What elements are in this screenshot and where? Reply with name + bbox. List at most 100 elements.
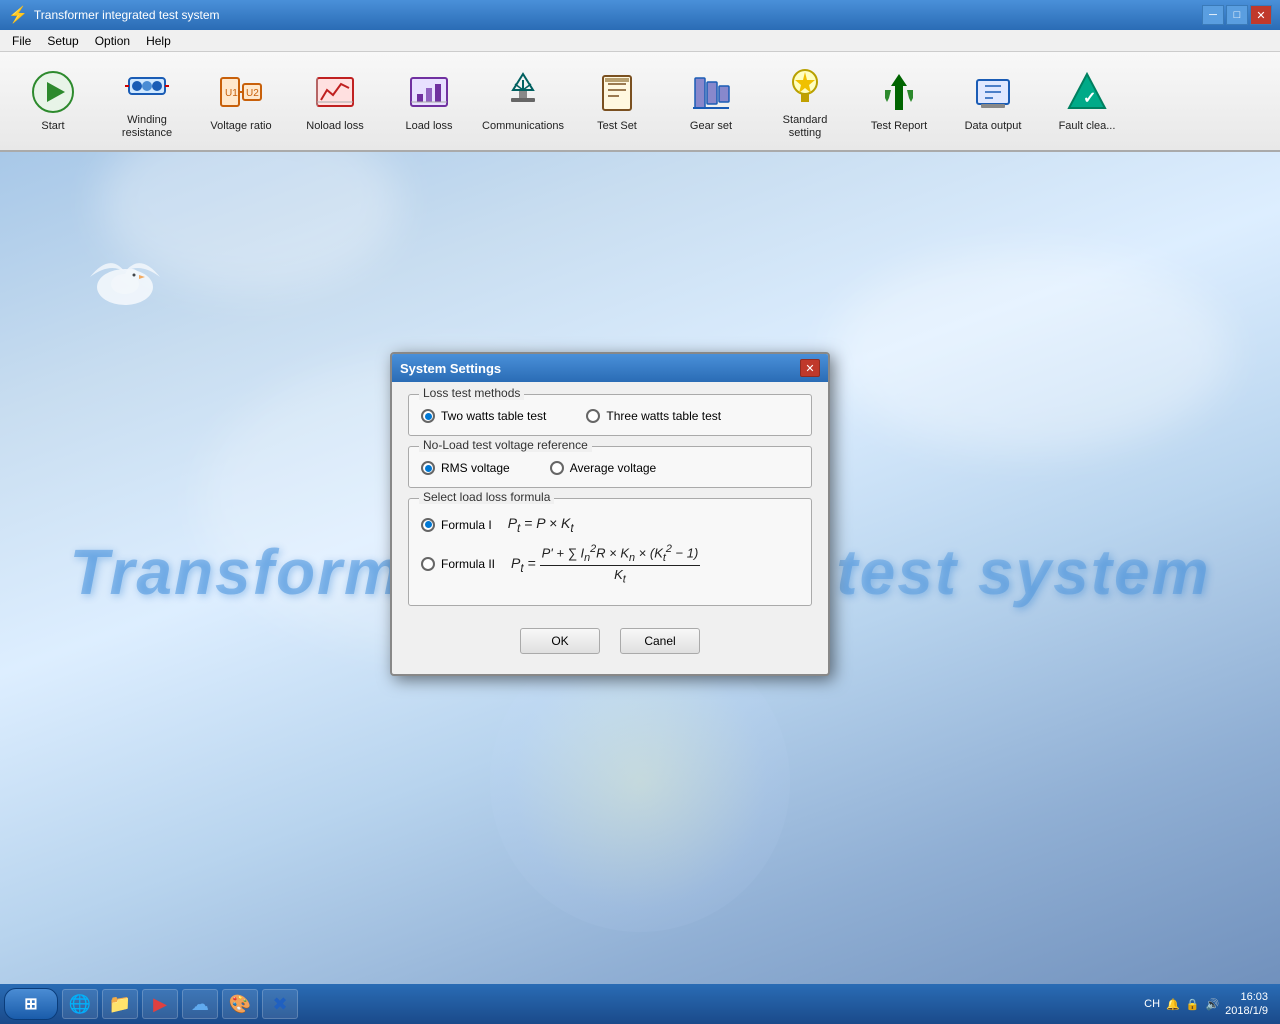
- rms-voltage-indicator: [421, 461, 435, 475]
- menu-file[interactable]: File: [4, 32, 39, 50]
- close-button[interactable]: ✕: [1250, 5, 1272, 25]
- cancel-button[interactable]: Canel: [620, 628, 700, 654]
- data-output-icon: [969, 68, 1017, 116]
- tray-lang: CH: [1144, 998, 1160, 1010]
- winding-resistance-label: Winding resistance: [107, 114, 187, 140]
- rms-voltage-label: RMS voltage: [441, 461, 510, 475]
- test-set-label: Test Set: [597, 120, 637, 133]
- toolbar-standard-setting-button[interactable]: Standard setting: [760, 57, 850, 145]
- noload-loss-label: Noload loss: [306, 120, 363, 133]
- load-loss-formula-label: Select load loss formula: [419, 490, 554, 504]
- minimize-button[interactable]: ─: [1202, 5, 1224, 25]
- noload-loss-icon: [311, 68, 359, 116]
- toolbar: Start Winding resistance U1 U2: [0, 52, 1280, 152]
- noload-voltage-group: No-Load test voltage reference RMS volta…: [408, 446, 812, 488]
- toolbar-gear-set-button[interactable]: Gear set: [666, 57, 756, 145]
- dialog-close-button[interactable]: ✕: [800, 359, 820, 377]
- noload-voltage-radio-row: RMS voltage Average voltage: [421, 455, 799, 475]
- formula-2-indicator: [421, 557, 435, 571]
- formula-2-label: Formula II: [441, 557, 495, 571]
- formula-1-display: Pt = P × Kt: [508, 515, 574, 535]
- menu-bar: File Setup Option Help: [0, 30, 1280, 52]
- menu-option[interactable]: Option: [87, 32, 138, 50]
- toolbar-load-loss-button[interactable]: Load loss: [384, 57, 474, 145]
- title-bar: ⚡ Transformer integrated test system ─ □…: [0, 0, 1280, 30]
- toolbar-noload-loss-button[interactable]: Noload loss: [290, 57, 380, 145]
- toolbar-test-report-button[interactable]: Test Report: [854, 57, 944, 145]
- loss-test-methods-group: Loss test methods Two watts table test T…: [408, 394, 812, 436]
- noload-voltage-label: No-Load test voltage reference: [419, 438, 592, 452]
- tray-volume[interactable]: 🔊: [1205, 998, 1219, 1011]
- communications-label: Communications: [482, 120, 564, 133]
- system-settings-dialog: System Settings ✕ Loss test methods Two …: [390, 352, 830, 676]
- loss-test-methods-label: Loss test methods: [419, 386, 524, 400]
- standard-setting-label: Standard setting: [765, 114, 845, 140]
- loss-test-methods-radio-row: Two watts table test Three watts table t…: [421, 403, 799, 423]
- maximize-button[interactable]: □: [1226, 5, 1248, 25]
- average-voltage-radio[interactable]: Average voltage: [550, 461, 657, 475]
- app-icon: ⚡: [8, 5, 28, 25]
- windows-logo: ⊞: [24, 994, 37, 1014]
- app-title: Transformer integrated test system: [34, 8, 220, 22]
- system-tray: CH 🔔 🔒 🔊 16:03 2018/1/9: [1144, 990, 1276, 1019]
- test-set-icon: [593, 68, 641, 116]
- load-loss-icon: [405, 68, 453, 116]
- dialog-content: Loss test methods Two watts table test T…: [392, 382, 828, 674]
- toolbar-start-button[interactable]: Start: [8, 57, 98, 145]
- formula-2-display: Pt = P' + ∑ In2R × Kn × (Kt2 − 1) Kt: [511, 543, 700, 586]
- fault-clear-icon: ✓: [1063, 68, 1111, 116]
- data-output-label: Data output: [965, 120, 1022, 133]
- three-watts-label: Three watts table test: [606, 409, 721, 423]
- svg-text:✓: ✓: [1083, 90, 1096, 107]
- voltage-ratio-icon: U1 U2: [217, 68, 265, 116]
- menu-setup[interactable]: Setup: [39, 32, 86, 50]
- taskbar-cloud-icon[interactable]: ☁: [182, 989, 218, 1019]
- toolbar-winding-resistance-button[interactable]: Winding resistance: [102, 57, 192, 145]
- winding-resistance-icon: [123, 62, 171, 110]
- average-voltage-label: Average voltage: [570, 461, 657, 475]
- dialog-buttons: OK Canel: [408, 616, 812, 662]
- dialog-title-bar: System Settings ✕: [392, 354, 828, 382]
- voltage-ratio-label: Voltage ratio: [210, 120, 271, 133]
- start-button[interactable]: ⊞: [4, 988, 58, 1020]
- taskbar-app-icon[interactable]: ✖: [262, 989, 298, 1019]
- menu-help[interactable]: Help: [138, 32, 179, 50]
- fault-clear-label: Fault clea...: [1059, 120, 1116, 133]
- load-loss-label: Load loss: [405, 120, 452, 133]
- ok-button[interactable]: OK: [520, 628, 600, 654]
- taskbar-paint-icon[interactable]: 🎨: [222, 989, 258, 1019]
- taskbar-media-icon[interactable]: ▶: [142, 989, 178, 1019]
- clock-date: 2018/1/9: [1225, 1004, 1268, 1018]
- toolbar-fault-clear-button[interactable]: ✓ Fault clea...: [1042, 57, 1132, 145]
- tray-security[interactable]: 🔒: [1186, 998, 1200, 1011]
- title-bar-left: ⚡ Transformer integrated test system: [8, 5, 220, 25]
- three-watts-radio-indicator: [586, 409, 600, 423]
- formula-1-row: Formula I Pt = P × Kt: [421, 515, 799, 535]
- clock: 16:03 2018/1/9: [1225, 990, 1268, 1019]
- formula-1-indicator: [421, 518, 435, 532]
- formula-2-radio[interactable]: Formula II: [421, 557, 495, 571]
- three-watts-radio[interactable]: Three watts table test: [586, 409, 721, 423]
- title-bar-controls: ─ □ ✕: [1202, 5, 1272, 25]
- toolbar-test-set-button[interactable]: Test Set: [572, 57, 662, 145]
- average-voltage-indicator: [550, 461, 564, 475]
- tray-network[interactable]: 🔔: [1166, 998, 1180, 1011]
- toolbar-communications-button[interactable]: Communications: [478, 57, 568, 145]
- formula-1-label: Formula I: [441, 518, 492, 532]
- desktop: Transformer integrated test system Syste…: [0, 152, 1280, 992]
- start-label: Start: [41, 120, 64, 133]
- dialog-title: System Settings: [400, 361, 501, 376]
- toolbar-voltage-ratio-button[interactable]: U1 U2 Voltage ratio: [196, 57, 286, 145]
- taskbar-folder-icon[interactable]: 📁: [102, 989, 138, 1019]
- svg-text:U2: U2: [246, 88, 259, 99]
- load-loss-formula-group: Select load loss formula Formula I Pt = …: [408, 498, 812, 606]
- gear-set-label: Gear set: [690, 120, 732, 133]
- toolbar-data-output-button[interactable]: Data output: [948, 57, 1038, 145]
- two-watts-label: Two watts table test: [441, 409, 546, 423]
- formula-1-radio[interactable]: Formula I: [421, 518, 492, 532]
- two-watts-radio[interactable]: Two watts table test: [421, 409, 546, 423]
- rms-voltage-radio[interactable]: RMS voltage: [421, 461, 510, 475]
- taskbar-ie-icon[interactable]: 🌐: [62, 989, 98, 1019]
- test-report-icon: [875, 68, 923, 116]
- gear-set-icon: [687, 68, 735, 116]
